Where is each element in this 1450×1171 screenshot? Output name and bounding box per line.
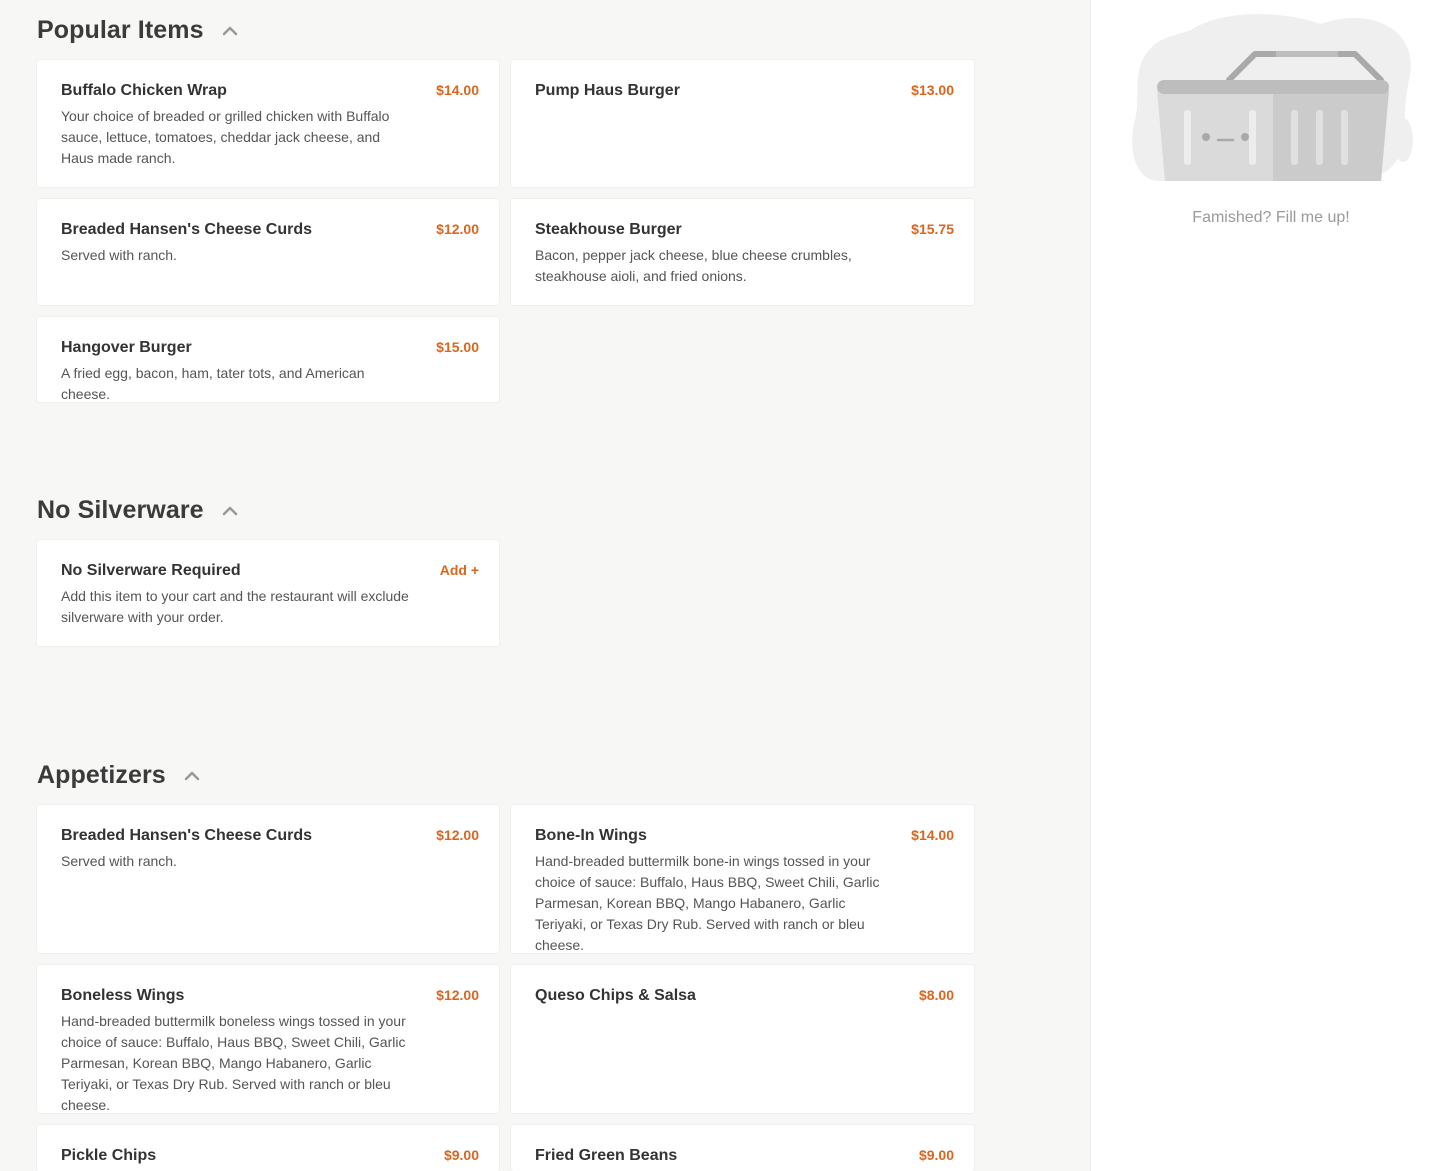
item-price: $12.00 (436, 827, 479, 843)
menu-item-card[interactable]: Pickle Chips $9.00 (37, 1125, 499, 1171)
section-header-no-silverware[interactable]: No Silverware (37, 496, 238, 525)
chevron-up-icon[interactable] (184, 770, 200, 782)
section-title: Popular Items (37, 16, 204, 44)
item-description: Served with ranch. (61, 247, 177, 263)
menu-item-card[interactable]: Buffalo Chicken Wrap $14.00 Your choice … (37, 60, 499, 187)
item-price: $14.00 (911, 827, 954, 843)
item-description: A fried egg, bacon, ham, tater tots, and… (61, 365, 365, 402)
item-description: Served with ranch. (61, 853, 177, 869)
menu-item-card[interactable]: Hangover Burger $15.00 A fried egg, baco… (37, 317, 499, 402)
item-description: Your choice of breaded or grilled chicke… (61, 108, 390, 166)
item-price: $12.00 (436, 221, 479, 237)
menu-item-card[interactable]: Breaded Hansen's Cheese Curds $12.00 Ser… (37, 805, 499, 953)
item-name: Boneless Wings (61, 987, 185, 1004)
menu-item-card[interactable]: Queso Chips & Salsa $8.00 (511, 965, 974, 1113)
menu-item-card[interactable]: No Silverware Required Add + Add this it… (37, 540, 499, 646)
section-header-popular-items[interactable]: Popular Items (37, 16, 238, 45)
cart-sidebar: Famished? Fill me up! (1090, 0, 1450, 1171)
item-name: No Silverware Required (61, 562, 241, 579)
item-price: $9.00 (443, 1147, 479, 1163)
empty-basket-icon (1131, 10, 1413, 185)
item-name: Breaded Hansen's Cheese Curds (61, 827, 313, 844)
chevron-up-icon[interactable] (222, 25, 238, 37)
item-price: $15.75 (911, 221, 954, 237)
chevron-up-icon[interactable] (222, 505, 238, 517)
item-name: Bone-In Wings (535, 827, 647, 844)
menu-item-card[interactable]: Boneless Wings $12.00 Hand-breaded butte… (37, 965, 499, 1113)
item-name: Buffalo Chicken Wrap (61, 82, 227, 99)
menu-item-card[interactable]: Pump Haus Burger $13.00 (511, 60, 974, 187)
item-name: Breaded Hansen's Cheese Curds (61, 221, 313, 238)
add-item-button[interactable]: Add + (440, 562, 479, 578)
section-title: Appetizers (37, 761, 166, 789)
item-name: Hangover Burger (61, 339, 192, 356)
section-header-appetizers[interactable]: Appetizers (37, 761, 200, 790)
item-price: $9.00 (918, 1147, 954, 1163)
item-name: Steakhouse Burger (535, 221, 682, 238)
menu-item-card[interactable]: Bone-In Wings $14.00 Hand-breaded butter… (511, 805, 974, 953)
restaurant-menu-page: Popular Items Buffalo Chicken Wrap $14.0… (0, 0, 1450, 1171)
menu-item-card[interactable]: Fried Green Beans $9.00 (511, 1125, 974, 1171)
item-price: $12.00 (436, 987, 479, 1003)
menu-item-card[interactable]: Steakhouse Burger $15.75 Bacon, pepper j… (511, 199, 974, 305)
item-name: Fried Green Beans (535, 1147, 678, 1164)
menu-item-card[interactable]: Breaded Hansen's Cheese Curds $12.00 Ser… (37, 199, 499, 305)
item-price: $14.00 (436, 82, 479, 98)
item-price: $15.00 (436, 339, 479, 355)
empty-cart-message: Famished? Fill me up! (1192, 209, 1350, 226)
item-name: Pickle Chips (61, 1147, 157, 1164)
item-name: Queso Chips & Salsa (535, 987, 696, 1004)
item-price: $13.00 (911, 82, 954, 98)
item-price: $8.00 (918, 987, 954, 1003)
item-description: Add this item to your cart and the resta… (61, 588, 409, 625)
item-description: Hand-breaded buttermilk boneless wings t… (61, 1013, 406, 1113)
item-description: Bacon, pepper jack cheese, blue cheese c… (535, 247, 852, 284)
item-description: Hand-breaded buttermilk bone-in wings to… (535, 853, 880, 953)
section-title: No Silverware (37, 496, 204, 524)
item-name: Pump Haus Burger (535, 82, 680, 99)
